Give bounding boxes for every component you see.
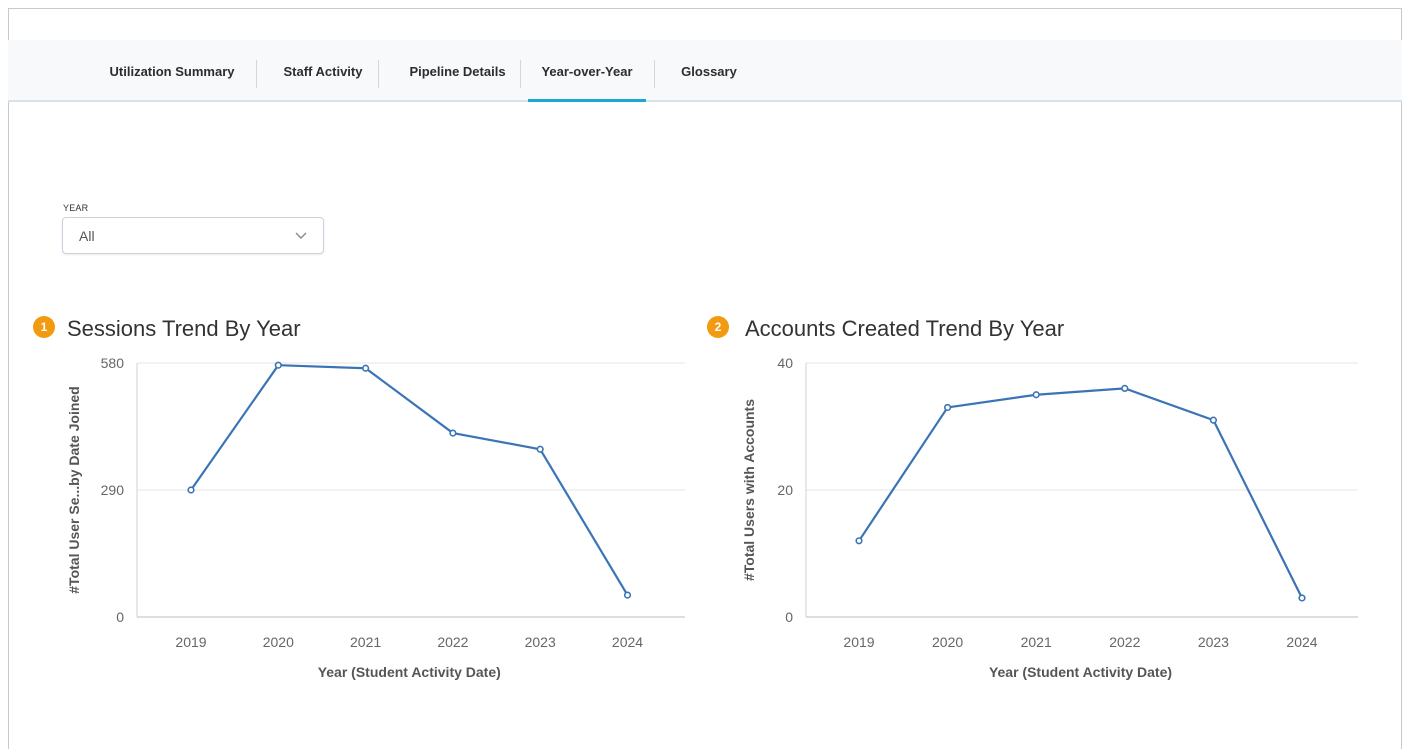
y-tick-label: 40 [777, 355, 793, 371]
x-tick-label: 2024 [1286, 634, 1317, 650]
data-point [943, 403, 952, 412]
x-tick-label: 2023 [1198, 634, 1229, 650]
x-tick-label: 2021 [1021, 634, 1052, 650]
x-tick-label: 2022 [1109, 634, 1140, 650]
x-axis-title: Year (Student Activity Date) [989, 664, 1172, 680]
x-tick-label: 2020 [932, 634, 963, 650]
x-tick-label: 2019 [843, 634, 874, 650]
data-point [1298, 594, 1306, 602]
y-tick-label: 0 [785, 609, 793, 625]
data-point [1209, 416, 1217, 424]
y-tick-label: 20 [777, 482, 793, 498]
series-line [858, 387, 1303, 599]
data-point [855, 537, 863, 545]
y-axis-title: #Total Users with Accounts [741, 399, 757, 581]
data-point [1032, 391, 1040, 399]
accounts-line-chart: 0 20 40 2019 2020 2021 2022 2023 2024 Year (Stude… [741, 355, 1358, 680]
data-point [1121, 384, 1129, 393]
